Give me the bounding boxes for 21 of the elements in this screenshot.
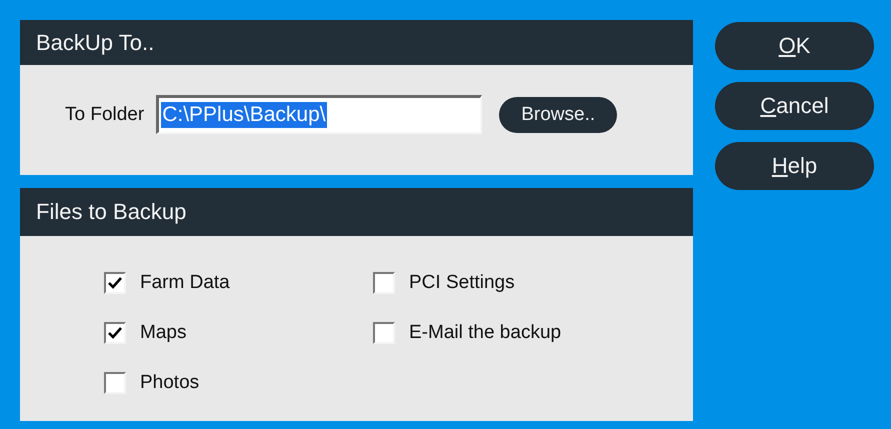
checkbox[interactable] — [104, 372, 126, 394]
checkbox-label: E-Mail the backup — [409, 322, 562, 344]
browse-button[interactable]: Browse.. — [499, 96, 618, 132]
checkbox[interactable] — [104, 272, 126, 294]
folder-value: C:\PPlus\Backup\ — [161, 102, 327, 128]
folder-label: To Folder — [65, 104, 144, 126]
checkbox-label: Photos — [140, 372, 200, 394]
checkbox[interactable] — [373, 272, 395, 294]
panel-title: BackUp To.. — [20, 20, 693, 65]
checkbox[interactable] — [104, 322, 126, 344]
checkbox-label: PCI Settings — [409, 272, 515, 294]
folder-field[interactable]: C:\PPlus\Backup\ — [156, 95, 482, 134]
checkbox-label: Maps — [140, 322, 186, 344]
dialog-button[interactable]: OK — [715, 22, 874, 70]
checkbox[interactable] — [373, 322, 395, 344]
dialog-button[interactable]: Help — [715, 142, 874, 190]
check-icon — [108, 327, 122, 339]
check-icon — [108, 277, 122, 289]
panel-title: Files to Backup — [20, 188, 693, 236]
checkbox-label: Farm Data — [140, 272, 230, 294]
dialog-button[interactable]: Cancel — [715, 82, 874, 130]
